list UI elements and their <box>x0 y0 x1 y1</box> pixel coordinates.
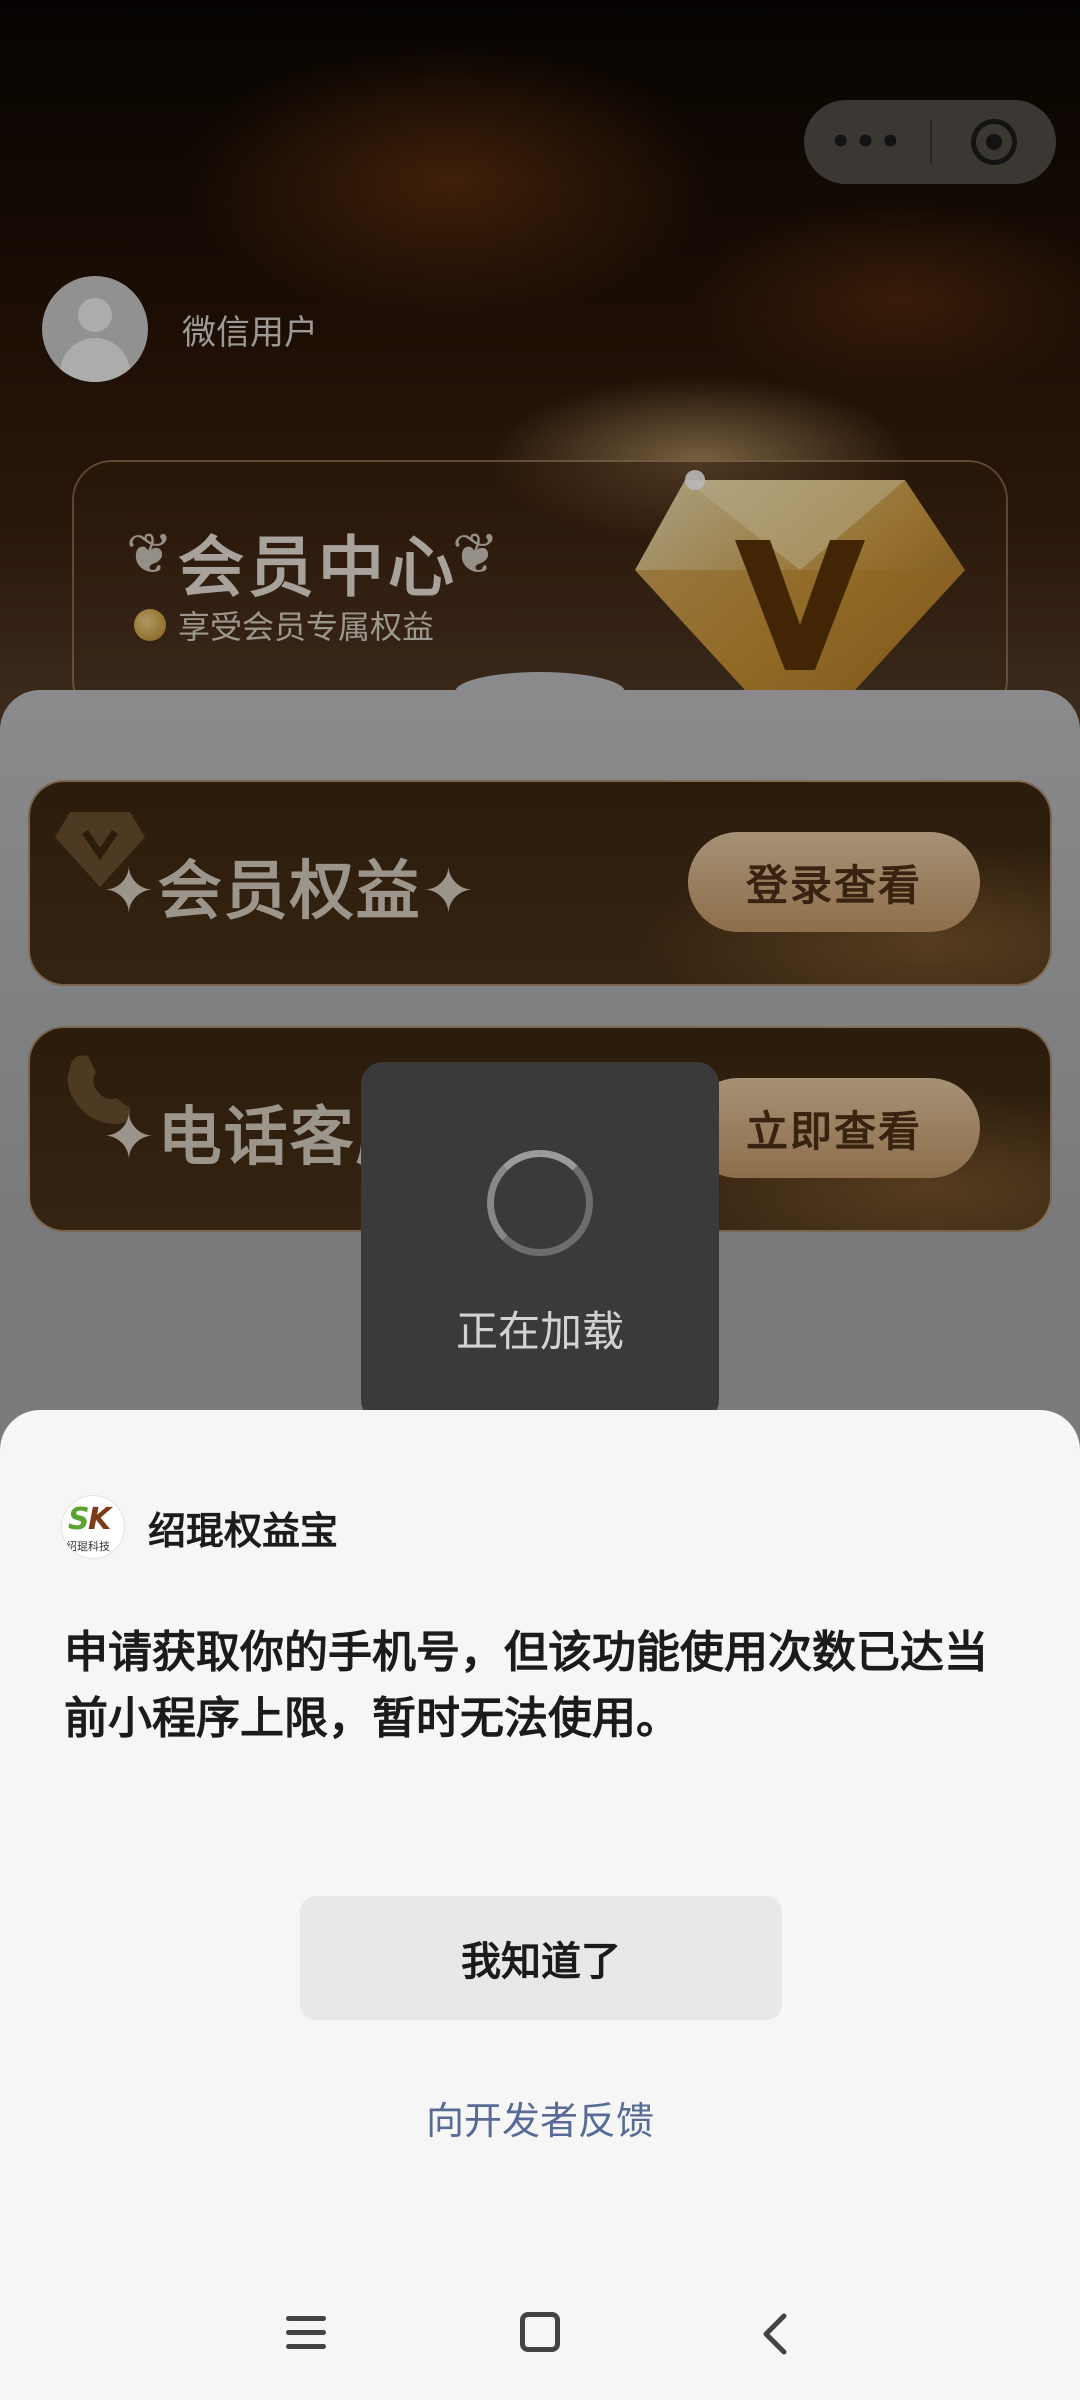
loading-text: 正在加载 <box>455 1307 624 1356</box>
screen: ••• 微信用户 ❦ 会员中心 ❦ 享受会员专属权益 ✦会员权益✦ 登录查看 ✦… <box>0 0 1080 2400</box>
system-nav-bar <box>0 2290 1080 2380</box>
app-logo: S K 绍琨科技 <box>62 1496 124 1558</box>
app-info-row: S K 绍琨科技 绍琨权益宝 <box>62 1496 338 1558</box>
app-name: 绍琨权益宝 <box>148 1508 339 1553</box>
spinner-icon <box>487 1150 593 1256</box>
feedback-link[interactable]: 向开发者反馈 <box>0 2090 1080 2145</box>
back-icon[interactable] <box>756 2312 796 2356</box>
got-it-button[interactable]: 我知道了 <box>300 1896 782 2020</box>
menu-icon[interactable] <box>286 2316 326 2358</box>
phone-permission-sheet: S K 绍琨科技 绍琨权益宝 申请获取你的手机号，但该功能使用次数已达当前小程序… <box>0 1410 1080 2400</box>
loading-toast: 正在加载 <box>361 1062 719 1422</box>
dialog-message: 申请获取你的手机号，但该功能使用次数已达当前小程序上限，暂时无法使用。 <box>64 1627 988 1744</box>
home-icon[interactable] <box>520 2312 560 2352</box>
